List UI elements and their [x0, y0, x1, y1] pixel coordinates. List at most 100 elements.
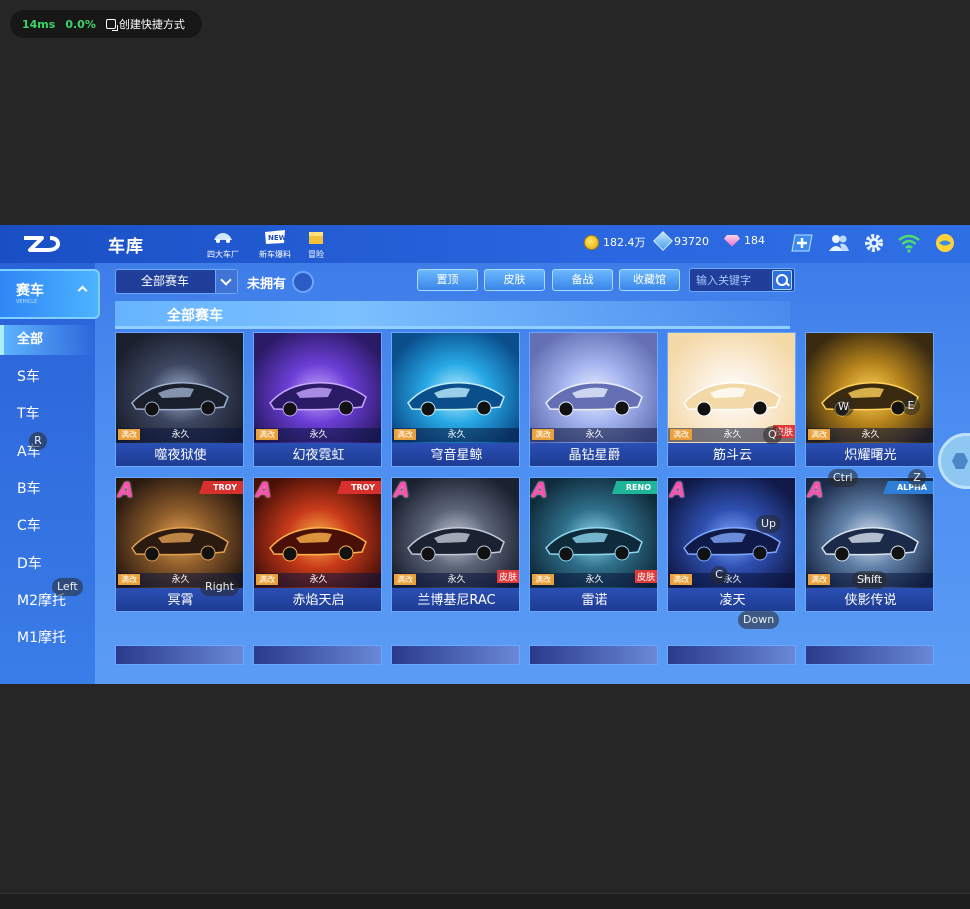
car-name: 晶钻星爵: [530, 443, 657, 466]
four-factories-label: 四大车厂: [207, 250, 239, 259]
card-meta: 满改永久: [116, 428, 243, 442]
card-meta: 满改永久: [254, 428, 381, 442]
friends-icon[interactable]: [827, 232, 851, 254]
side-drawer-handle[interactable]: [938, 433, 970, 489]
adventure-link[interactable]: 冒险: [298, 229, 334, 259]
sidebar-item-a[interactable]: A车: [0, 437, 95, 467]
shortcut-icon: [105, 19, 118, 31]
brand-badge: TROY: [337, 481, 381, 494]
coin-value: 182.4万: [603, 236, 646, 249]
sidebar-item-b[interactable]: B车: [0, 474, 95, 504]
sidebar-item-c[interactable]: C车: [0, 511, 95, 541]
latency-readout: 14ms: [22, 17, 56, 31]
car-card-partial[interactable]: ATROY: [253, 645, 382, 665]
sidebar-item-t[interactable]: T车: [0, 399, 95, 429]
not-owned-label: 未拥有: [247, 277, 287, 292]
sidebar-head-title: 赛车: [16, 283, 44, 299]
car-card[interactable]: 满改 永久 幻夜霓虹: [253, 332, 382, 467]
car-name: 噬夜狱使: [116, 443, 243, 466]
dropdown-value: 全部赛车: [141, 274, 190, 288]
car-filter-dropdown[interactable]: 全部赛车: [115, 269, 238, 294]
key-hint-q: Q: [763, 426, 782, 444]
car-card[interactable]: A RENO 满改 永久 皮肤 雷诺: [529, 477, 658, 612]
sidebar-item-m1[interactable]: M1摩托: [0, 623, 95, 653]
sidebar-item-all[interactable]: 全部: [0, 325, 95, 355]
new-car-news-label: 新车爆料: [259, 250, 291, 259]
collection-button[interactable]: 收藏馆: [619, 269, 680, 291]
race-car-image: [269, 382, 367, 417]
race-car-image: [545, 382, 643, 417]
car-art: [806, 646, 933, 664]
car-card-partial[interactable]: APOLARIS: [667, 645, 796, 665]
car-card[interactable]: 满改 永久 皮肤 筋斗云: [667, 332, 796, 467]
game-viewport: 车库 四大车厂 NEW 新车爆料 冒险 182.4万 93720 184 赛车 …: [0, 225, 970, 684]
brand-badge: RENO: [611, 481, 657, 494]
car-card[interactable]: 满改 永久 晶钻星爵: [529, 332, 658, 467]
car-name: 赤焰天启: [254, 588, 381, 611]
card-meta: 满改永久: [806, 428, 933, 442]
permanent-label: 永久: [309, 430, 328, 440]
bottom-strip: [0, 893, 970, 909]
chevron-up-icon: [77, 285, 88, 296]
new-car-news-link[interactable]: NEW 新车爆料: [255, 229, 295, 259]
car-card[interactable]: 满改 永久 噬夜狱使: [115, 332, 244, 467]
car-factory-icon: [214, 233, 232, 243]
page-title: 车库: [108, 237, 144, 257]
car-card[interactable]: AALPHA满改永久侠影传说: [805, 477, 934, 612]
sidebar-category-racecar[interactable]: 赛车 VEHICLE: [0, 269, 100, 319]
sidebar-head-subtitle: VEHICLE: [16, 299, 38, 305]
car-card[interactable]: A 满改 永久 皮肤 兰博基尼RAC: [391, 477, 520, 612]
key-hint-shift: Shift: [852, 571, 888, 589]
car-card[interactable]: A 满改 永久 凌天: [667, 477, 796, 612]
search-icon[interactable]: [772, 270, 792, 290]
car-card-partial[interactable]: APOLARIS: [115, 645, 244, 665]
sidebar-item-d[interactable]: D车: [0, 549, 95, 579]
game-logo-icon: [24, 236, 60, 252]
car-art: [530, 646, 657, 664]
card-meta: 满改 永久 皮肤: [530, 570, 657, 587]
search-input[interactable]: [696, 272, 770, 288]
create-shortcut-label: 创建快捷方式: [118, 18, 185, 31]
loss-readout: 0.0%: [65, 17, 96, 31]
card-meta: 满改永久: [392, 428, 519, 442]
game-controller-icon[interactable]: [933, 232, 957, 254]
key-hint-up: Up: [756, 515, 782, 533]
permanent-label: 永久: [447, 430, 466, 440]
grade-badge: A: [394, 478, 410, 502]
key-hint-e: E: [902, 397, 920, 415]
car-card-partial[interactable]: ARENO: [805, 645, 934, 665]
settings-gear-icon[interactable]: [862, 232, 886, 254]
four-factories-link[interactable]: 四大车厂: [203, 229, 243, 259]
prepare-button[interactable]: 备战: [552, 269, 613, 291]
treasure-icon: [309, 232, 323, 244]
key-hint-right: Right: [200, 578, 239, 596]
skin-button[interactable]: 皮肤: [484, 269, 545, 291]
diamond-balance: 184: [724, 234, 765, 247]
create-shortcut-button[interactable]: 创建快捷方式: [105, 16, 185, 32]
permanent-label: 永久: [861, 430, 880, 440]
not-owned-toggle[interactable]: [292, 271, 314, 293]
race-car-image: [407, 382, 505, 417]
grade-badge: A: [532, 478, 548, 502]
car-name: 侠影传说: [806, 588, 933, 611]
diamond-icon: [724, 234, 740, 247]
skin-badge: 皮肤: [634, 570, 657, 583]
gem-icon: [653, 231, 673, 251]
car-art: [254, 646, 381, 664]
car-card[interactable]: A TROY 满改 永久 赤焰天启: [253, 477, 382, 612]
car-card-partial[interactable]: ATROY: [529, 645, 658, 665]
car-card[interactable]: 满改 永久 穹音星鲸: [391, 332, 520, 467]
add-currency-icon[interactable]: [790, 232, 814, 254]
pin-top-button[interactable]: 置顶: [417, 269, 478, 291]
sidebar-item-s[interactable]: S车: [0, 362, 95, 392]
chevron-down-icon[interactable]: [215, 270, 237, 293]
key-hint-left: Left: [52, 578, 83, 596]
diamond-value: 184: [744, 234, 765, 247]
grade-badge: A: [670, 478, 686, 502]
coin-balance: 182.4万: [584, 234, 646, 250]
svg-text:NEW: NEW: [268, 234, 286, 242]
race-car-image: [131, 382, 229, 417]
car-card-partial[interactable]: AALPHA: [391, 645, 520, 665]
brand-badge: TROY: [199, 481, 243, 494]
race-car-image: [821, 527, 919, 562]
